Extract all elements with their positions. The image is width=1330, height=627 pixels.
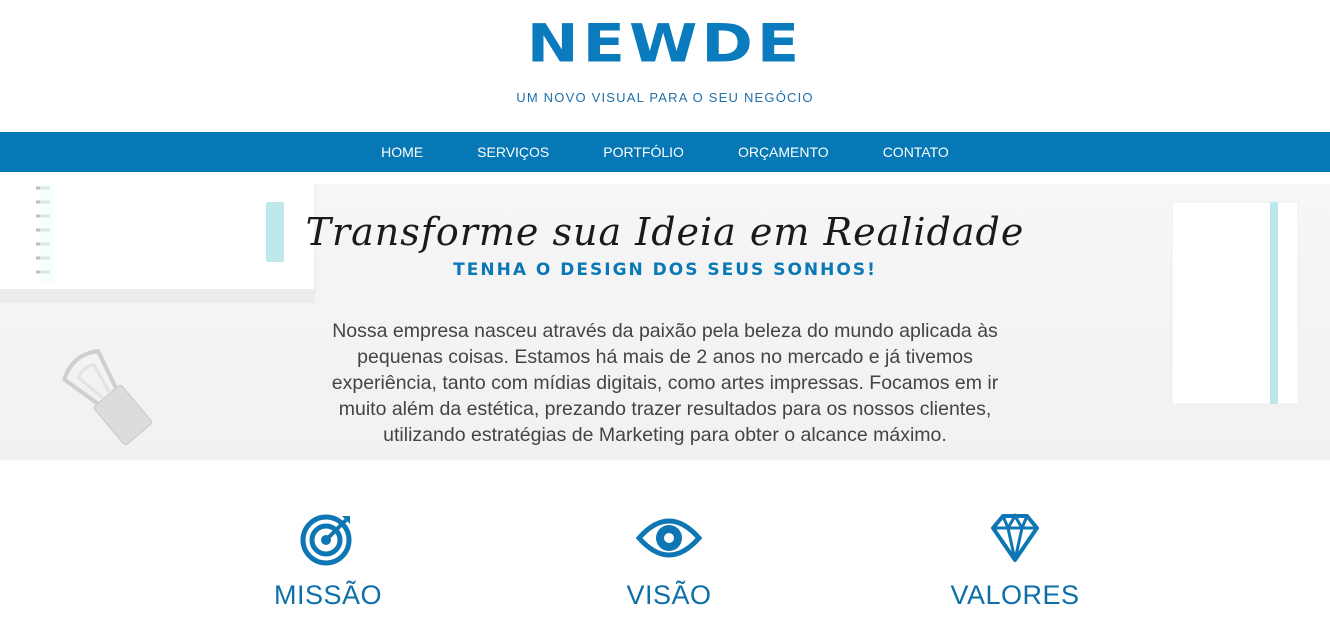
eye-icon: [636, 518, 702, 558]
logo[interactable]: NEWDE: [0, 14, 1330, 74]
hero-subtitle: TENHA O DESIGN DOS SEUS SONHOS!: [453, 260, 877, 280]
diamond-icon: [991, 513, 1039, 562]
nav-item-portfolio[interactable]: PORTFÓLIO: [603, 144, 684, 160]
hero-description: Nossa empresa nasceu através da paixão p…: [331, 320, 999, 446]
nav-item-contato[interactable]: CONTATO: [883, 144, 949, 160]
main-nav: HOME SERVIÇOS PORTFÓLIO ORÇAMENTO CONTAT…: [0, 132, 1330, 172]
hero-title: Transforme sua Ideia em Realidade: [305, 210, 1025, 254]
feature-valores[interactable]: VALORES: [895, 510, 1135, 611]
nav-item-home[interactable]: HOME: [381, 144, 423, 160]
nav-item-orcamento[interactable]: ORÇAMENTO: [738, 144, 829, 160]
feature-visao[interactable]: VISÃO: [549, 510, 789, 611]
feature-missao[interactable]: MISSÃO: [208, 510, 448, 611]
hero-banner: Transforme sua Ideia em Realidade TENHA …: [0, 184, 1330, 460]
nav-item-servicos[interactable]: SERVIÇOS: [477, 144, 549, 160]
tagline: UM NOVO VISUAL PARA O SEU NEGÓCIO: [516, 90, 814, 105]
binder-clip: [61, 348, 153, 446]
target-icon: [300, 514, 352, 566]
feature-label-visao: VISÃO: [626, 580, 712, 610]
site-header: NEWDE UM NOVO VISUAL PARA O SEU NEGÓCIO: [0, 0, 1330, 132]
feature-label-missao: MISSÃO: [273, 580, 383, 610]
feature-label-valores: VALORES: [950, 580, 1080, 610]
